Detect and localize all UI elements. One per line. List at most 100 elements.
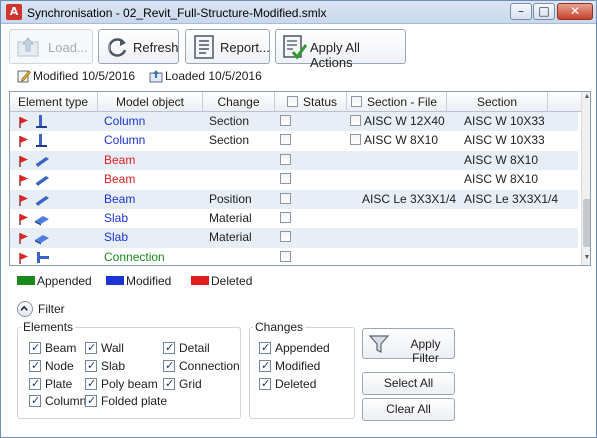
table-row[interactable]: Slab Material xyxy=(10,228,578,248)
status-checkbox[interactable] xyxy=(280,192,291,204)
table-row[interactable]: Beam AISC W 8X10 xyxy=(10,150,578,171)
column-header-status[interactable]: Status xyxy=(275,92,347,112)
modified-color-swatch xyxy=(106,276,124,285)
model-object-cell: Connection xyxy=(104,249,165,264)
vertical-scrollbar[interactable]: ▲ ▼ xyxy=(581,92,590,265)
status-cell xyxy=(280,112,342,131)
app-logo-icon: A xyxy=(6,4,22,20)
apply-all-label: Apply All Actions xyxy=(310,40,360,70)
checkbox-box[interactable] xyxy=(163,359,175,373)
column-header-change[interactable]: Change xyxy=(203,92,275,112)
table-row[interactable]: Connection xyxy=(10,248,578,265)
apply-all-icon xyxy=(283,35,307,60)
column-header-model-object[interactable]: Model object xyxy=(98,92,203,112)
scroll-up-arrow-icon[interactable]: ▲ xyxy=(582,92,590,102)
model-object-cell: Beam xyxy=(104,191,136,206)
checkbox-box[interactable] xyxy=(29,394,41,408)
refresh-button[interactable]: Refresh xyxy=(98,29,179,64)
checkbox-box[interactable] xyxy=(29,359,41,373)
section-file-cell xyxy=(350,151,447,170)
checkbox-box[interactable] xyxy=(163,377,175,391)
status-checkbox[interactable] xyxy=(280,250,291,262)
status-checkbox[interactable] xyxy=(280,211,291,223)
table-row[interactable]: Beam AISC W 8X10 xyxy=(10,170,578,189)
loaded-date: Loaded 10/5/2016 xyxy=(165,69,262,83)
checkbox-label: Node xyxy=(45,359,74,373)
checkbox-box[interactable] xyxy=(259,341,271,355)
load-label: Load... xyxy=(48,40,88,55)
apply-all-actions-button[interactable]: Apply All Actions xyxy=(275,29,406,70)
edit-document-icon xyxy=(17,70,31,83)
section-file-text: AISC W 8X10 xyxy=(364,133,439,148)
section-cell: AISC W 8X10 xyxy=(464,152,539,167)
minimize-icon: – xyxy=(518,4,524,18)
beam-icon xyxy=(36,156,49,167)
status-select-all-checkbox[interactable] xyxy=(287,96,298,107)
red-flag-icon xyxy=(19,194,28,206)
checkbox-label: Connection xyxy=(179,359,240,373)
status-checkbox[interactable] xyxy=(280,173,291,185)
maximize-button[interactable]: □ xyxy=(533,3,555,20)
status-checkbox[interactable] xyxy=(280,231,291,243)
checkbox-box[interactable] xyxy=(85,394,97,408)
red-flag-icon xyxy=(19,175,28,187)
status-cell xyxy=(280,170,342,189)
column-header-section-file[interactable]: Section - File xyxy=(347,92,447,112)
checkbox-box[interactable] xyxy=(163,341,175,355)
section-cell: AISC Le 3X3X1/4 xyxy=(464,191,559,206)
checkbox-box[interactable] xyxy=(85,359,97,373)
select-all-button[interactable]: Select All xyxy=(362,372,455,395)
checkbox-box[interactable] xyxy=(259,377,271,391)
modified-date: Modified 10/5/2016 xyxy=(33,69,136,83)
refresh-label: Refresh xyxy=(133,40,179,55)
model-object-cell: Beam xyxy=(104,152,136,167)
clear-all-button[interactable]: Clear All xyxy=(362,398,455,421)
chevron-up-icon xyxy=(20,305,28,311)
status-checkbox[interactable] xyxy=(280,134,291,146)
checkbox-label: Detail xyxy=(179,341,210,355)
section-file-checkbox[interactable] xyxy=(350,115,361,126)
checkbox-box[interactable] xyxy=(29,341,41,355)
element-type-cell xyxy=(10,248,98,265)
close-button[interactable]: ✕ xyxy=(557,3,593,20)
section-file-checkbox[interactable] xyxy=(350,134,361,146)
loaded-document-icon xyxy=(149,70,163,83)
table-row[interactable]: Column Section AISC W 12X40 AISC W 10X33 xyxy=(10,112,578,132)
load-button[interactable]: Load... xyxy=(9,29,93,64)
checkbox-box[interactable] xyxy=(85,377,97,391)
scroll-down-arrow-icon[interactable]: ▼ xyxy=(582,253,590,263)
minimize-button[interactable]: – xyxy=(510,3,532,20)
filter-label: Filter xyxy=(38,302,65,316)
deleted-color-swatch xyxy=(191,276,209,285)
checkbox-label: Slab xyxy=(101,359,126,373)
section-file-cell xyxy=(350,170,447,189)
red-flag-icon xyxy=(19,233,28,245)
section-file-cell xyxy=(350,209,447,228)
column-header-element-type[interactable]: Element type xyxy=(10,92,98,112)
checkbox-box[interactable] xyxy=(259,359,271,373)
checkbox-box[interactable] xyxy=(29,377,41,391)
change-cell: Position xyxy=(209,191,252,206)
model-object-cell: Column xyxy=(104,114,146,128)
section-file-cell xyxy=(350,248,447,265)
table-row[interactable]: Column Section AISC W 8X10 AISC W 10X33 xyxy=(10,131,578,150)
column-header-section[interactable]: Section xyxy=(447,92,548,112)
table-row[interactable]: Slab Material xyxy=(10,209,578,228)
title-bar[interactable]: A Synchronisation - 02_Revit_Full-Struct… xyxy=(1,1,596,24)
change-cell: Section xyxy=(209,114,250,128)
column-header-spacer xyxy=(548,92,582,112)
report-button[interactable]: Report... xyxy=(185,29,270,64)
checkbox-label: Plate xyxy=(45,377,73,391)
status-checkbox[interactable] xyxy=(280,153,291,165)
status-checkbox[interactable] xyxy=(280,115,291,126)
element-type-cell xyxy=(10,151,98,170)
checkbox-box[interactable] xyxy=(85,341,97,355)
changes-table[interactable]: Element type Model object Change Status … xyxy=(9,91,591,266)
scrollbar-thumb[interactable] xyxy=(583,199,590,247)
section-file-select-all-checkbox[interactable] xyxy=(351,96,362,107)
section-file-cell: AISC W 8X10 xyxy=(350,131,447,150)
table-row[interactable]: Beam Position AISC Le 3X3X1/4 AISC Le 3X3X1… xyxy=(10,189,578,209)
legend-appended: Appended xyxy=(37,274,92,288)
apply-filter-button[interactable]: Apply Filter xyxy=(362,328,455,365)
filter-collapse-button[interactable] xyxy=(17,301,33,317)
